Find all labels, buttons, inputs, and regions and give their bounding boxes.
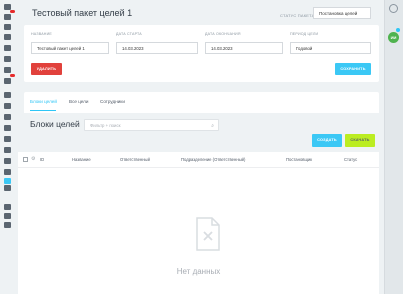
help-icon[interactable]: [4, 204, 11, 210]
drive-icon[interactable]: [4, 56, 11, 62]
star-icon[interactable]: ☆: [118, 8, 124, 16]
tab-employees[interactable]: Сотрудники: [100, 99, 125, 104]
cart-icon[interactable]: [4, 125, 11, 131]
store-icon[interactable]: [4, 92, 11, 98]
end-date-field[interactable]: 14.03.2023: [205, 42, 283, 54]
column-header-responsible[interactable]: Ответственный: [120, 157, 150, 162]
active-tab-indicator: [30, 110, 56, 111]
empty-document-icon: [196, 217, 220, 251]
contacts-icon[interactable]: [4, 114, 11, 120]
mail-icon[interactable]: [4, 67, 11, 73]
create-button[interactable]: СОЗДАТЬ: [312, 134, 342, 147]
period-select[interactable]: Годовой: [290, 42, 371, 54]
tab-goal-blocks[interactable]: Блоки целей: [30, 99, 57, 104]
name-label: НАЗВАНИЕ: [31, 32, 52, 36]
shop-icon[interactable]: [4, 147, 11, 153]
left-icon-rail: [0, 0, 15, 294]
gear-icon[interactable]: [4, 222, 11, 228]
delete-button[interactable]: УДАЛИТЬ: [31, 63, 62, 75]
period-label: ПЕРИОД ЦЕЛИ: [290, 32, 319, 36]
crm-icon[interactable]: [4, 78, 11, 84]
tabs-bar: Блоки целей Все цели Сотрудники: [24, 92, 379, 113]
menu-icon[interactable]: [4, 4, 11, 10]
start-date-field[interactable]: 14.03.2023: [116, 42, 198, 54]
end-date-label: ДАТА ОКОНЧАНИЯ: [205, 32, 241, 36]
filter-search-input[interactable]: Фильтр + поиск ⌕: [84, 119, 219, 131]
column-header-id[interactable]: ID: [40, 157, 44, 162]
notification-badge: [10, 10, 15, 13]
select-all-checkbox[interactable]: [23, 157, 28, 162]
calendar-icon[interactable]: [4, 45, 11, 51]
goals-icon[interactable]: [4, 169, 11, 175]
cart2-icon[interactable]: [4, 136, 11, 142]
filter-placeholder: Фильтр + поиск: [90, 123, 121, 128]
empty-state-text: Нет данных: [176, 267, 221, 276]
apps-icon[interactable]: [4, 158, 11, 164]
search-icon[interactable]: ⌕: [211, 121, 214, 132]
save-button[interactable]: СОХРАНИТЬ: [335, 63, 371, 75]
active-module-icon[interactable]: [4, 178, 11, 184]
start-date-label: ДАТА СТАРТА: [116, 32, 142, 36]
online-indicator: [396, 28, 400, 32]
avatar[interactable]: ИИ: [388, 32, 399, 43]
feed-icon[interactable]: [4, 24, 11, 30]
column-settings-icon[interactable]: ⚙: [31, 156, 35, 162]
tasks-icon[interactable]: [4, 34, 11, 40]
tab-all-goals[interactable]: Все цели: [69, 99, 88, 104]
right-rail: ИИ: [384, 0, 403, 294]
notification-badge: [10, 74, 15, 77]
chat-icon[interactable]: [4, 14, 11, 20]
status-label: СТАТУС ПАКЕТА: [280, 13, 315, 18]
goal-package-form: НАЗВАНИЕ Тестовый пакет целей 1 ДАТА СТА…: [24, 25, 379, 82]
column-header-setter[interactable]: Постановщик: [286, 157, 312, 162]
user-icon[interactable]: [4, 213, 11, 219]
status-select[interactable]: Постановка целей: [313, 7, 371, 19]
download-button[interactable]: СКАЧАТЬ: [345, 134, 375, 147]
search-icon[interactable]: [389, 4, 398, 13]
column-header-status[interactable]: Статус: [344, 157, 357, 162]
name-field[interactable]: Тестовый пакет целей 1: [31, 42, 109, 54]
goal-blocks-table: ⚙ ID Название Ответственный Подразделени…: [18, 152, 379, 294]
sites-icon[interactable]: [4, 103, 11, 109]
settings-icon[interactable]: [4, 185, 11, 191]
column-header-department[interactable]: Подразделение (Ответственный): [181, 157, 245, 162]
table-header: ⚙ ID Название Ответственный Подразделени…: [18, 152, 379, 168]
column-header-name[interactable]: Название: [72, 157, 91, 162]
section-title: Блоки целей: [30, 119, 80, 129]
